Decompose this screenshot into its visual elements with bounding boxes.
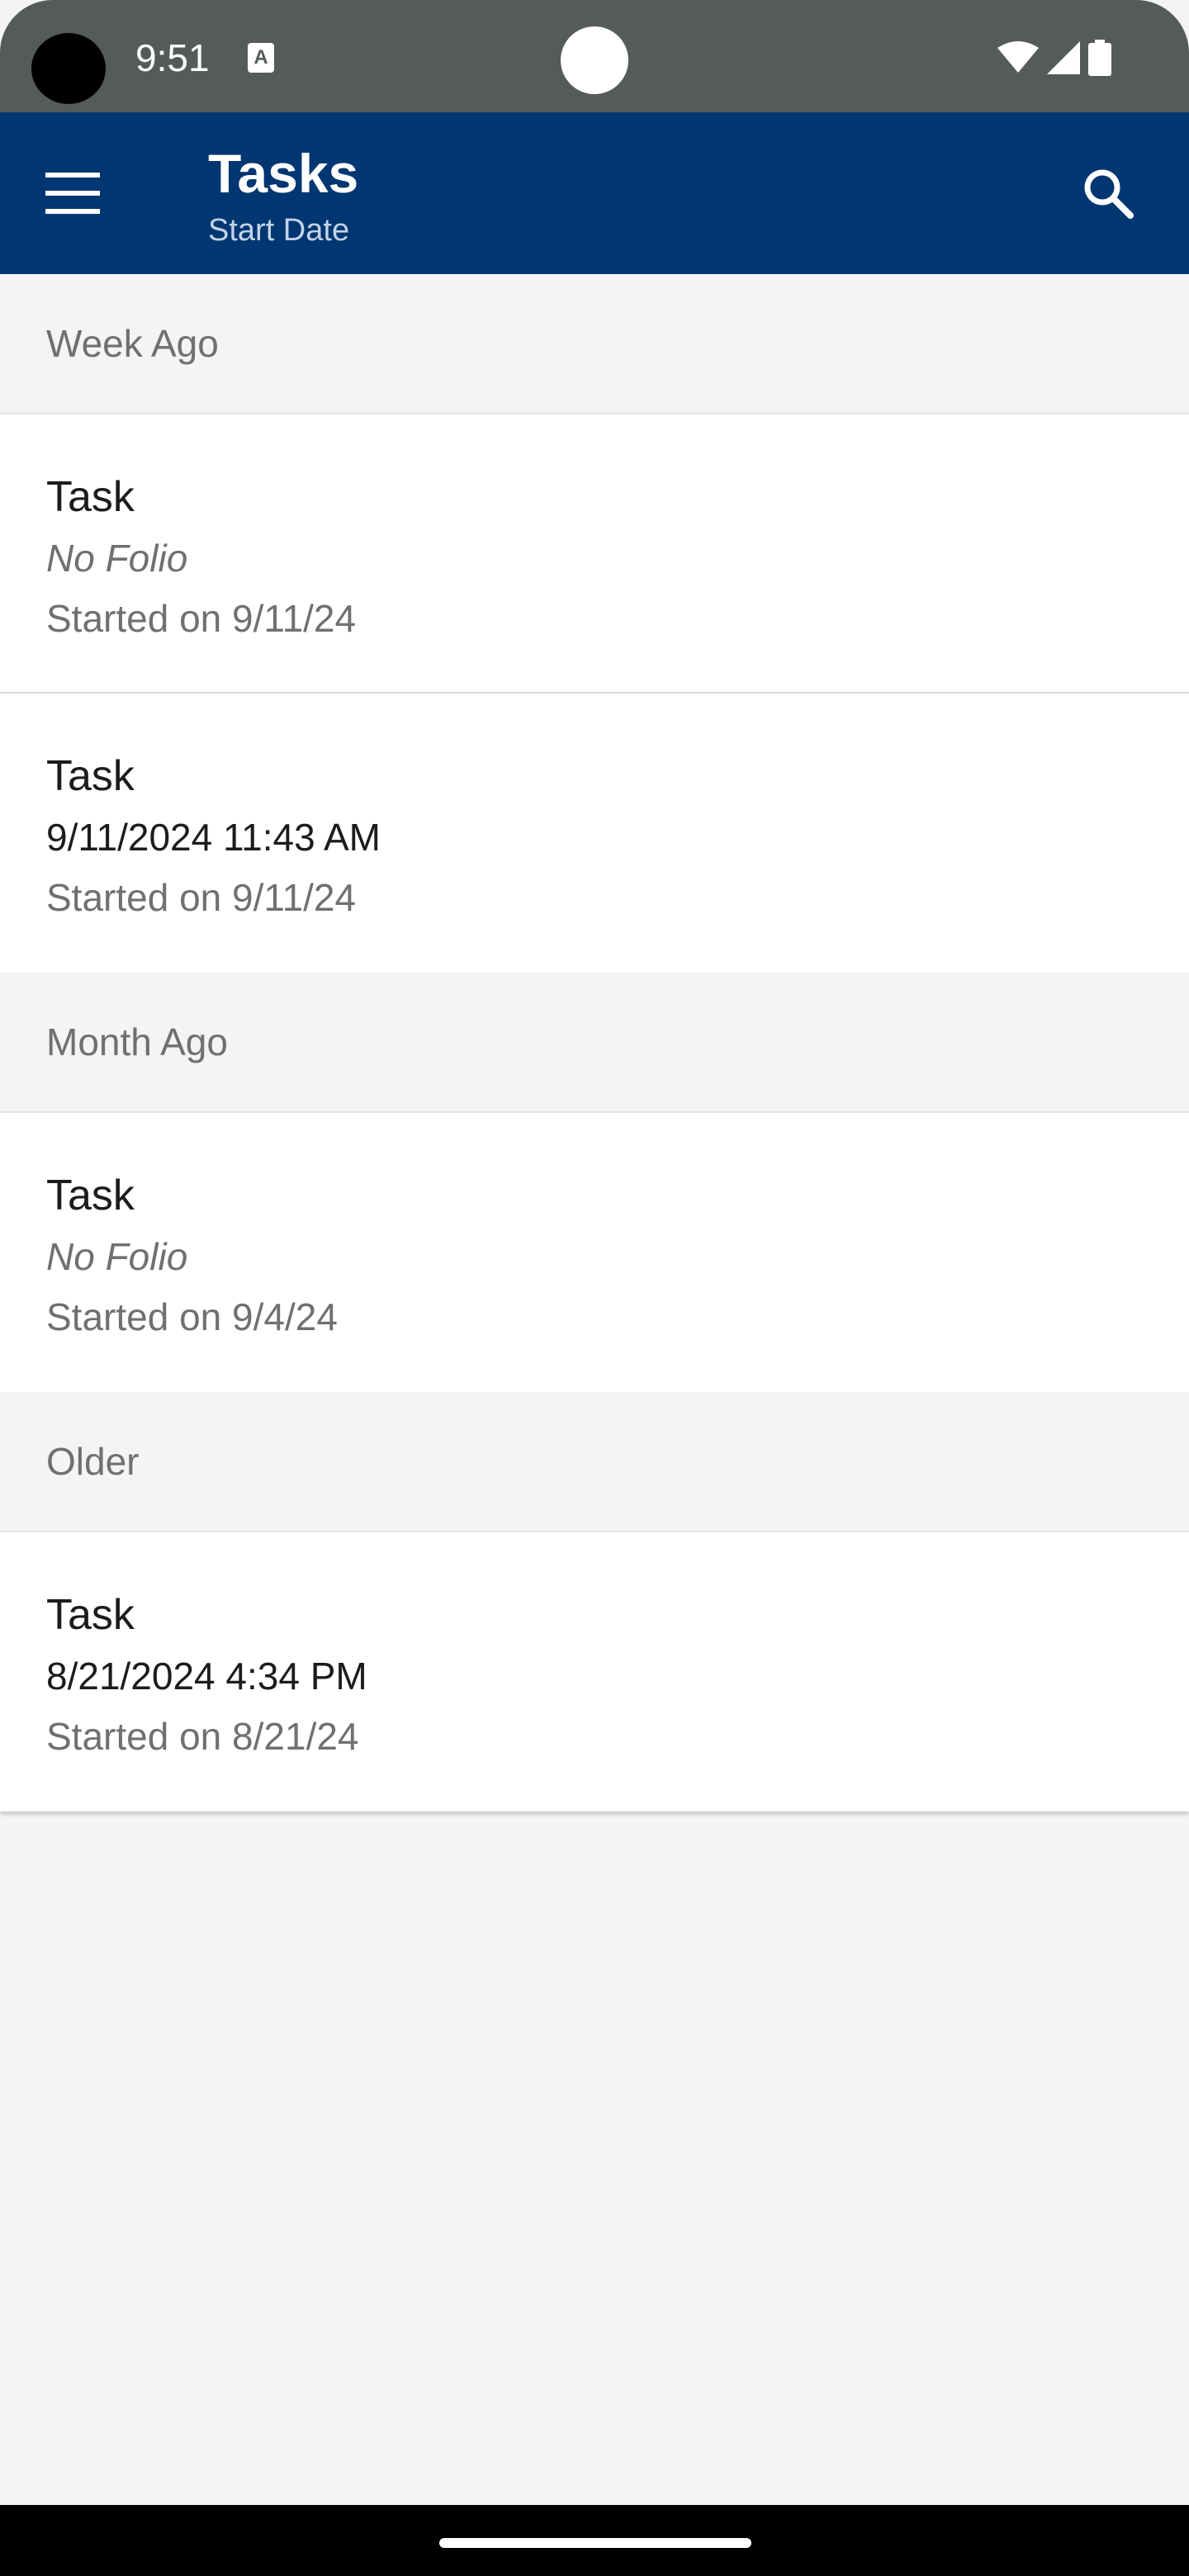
- navigation-bar: [0, 2505, 1189, 2576]
- search-icon: [1084, 169, 1134, 219]
- section-header-older: Older: [0, 1392, 1189, 1532]
- task-folio: No Folio: [46, 537, 188, 580]
- camera-cutout: [31, 33, 106, 104]
- status-time: 9:51: [135, 36, 210, 79]
- home-indicator[interactable]: [439, 2538, 751, 2548]
- status-bar: 9:51 A: [0, 0, 1189, 112]
- task-start-date: Started on 8/21/24: [46, 1715, 359, 1758]
- task-title: Task: [46, 473, 135, 521]
- task-folio: 8/21/2024 4:34 PM: [46, 1655, 367, 1698]
- battery-icon: [1088, 40, 1111, 76]
- front-camera: [561, 26, 628, 94]
- section-header-month-ago: Month Ago: [0, 973, 1189, 1113]
- signal-icon: [1047, 41, 1080, 74]
- task-item[interactable]: Task 9/11/2024 11:43 AM Started on 9/11/…: [0, 694, 1189, 973]
- task-title: Task: [46, 1591, 135, 1639]
- task-title: Task: [46, 1172, 135, 1219]
- wifi-icon: [997, 41, 1039, 73]
- menu-button[interactable]: [33, 154, 112, 233]
- task-title: Task: [46, 752, 135, 800]
- task-start-date: Started on 9/11/24: [46, 597, 357, 640]
- page-subtitle: Start Date: [208, 213, 350, 248]
- task-start-date: Started on 9/11/24: [46, 876, 357, 919]
- task-folio: 9/11/2024 11:43 AM: [46, 816, 381, 859]
- task-list: Week Ago Task No Folio Started on 9/11/2…: [0, 274, 1189, 1811]
- task-folio: No Folio: [46, 1235, 188, 1278]
- task-item[interactable]: Task No Folio Started on 9/11/24: [0, 414, 1189, 694]
- app-bar: Tasks Start Date: [0, 112, 1189, 274]
- notification-icon: A: [248, 43, 274, 73]
- search-button[interactable]: [1068, 154, 1148, 233]
- task-start-date: Started on 9/4/24: [46, 1295, 338, 1338]
- page-title: Tasks: [208, 143, 359, 204]
- hamburger-menu-icon: [45, 173, 100, 214]
- section-header-week-ago: Week Ago: [0, 274, 1189, 414]
- status-icons: [997, 36, 1111, 79]
- task-item[interactable]: Task 8/21/2024 4:34 PM Started on 8/21/2…: [0, 1532, 1189, 1811]
- task-item[interactable]: Task No Folio Started on 9/4/24: [0, 1113, 1189, 1392]
